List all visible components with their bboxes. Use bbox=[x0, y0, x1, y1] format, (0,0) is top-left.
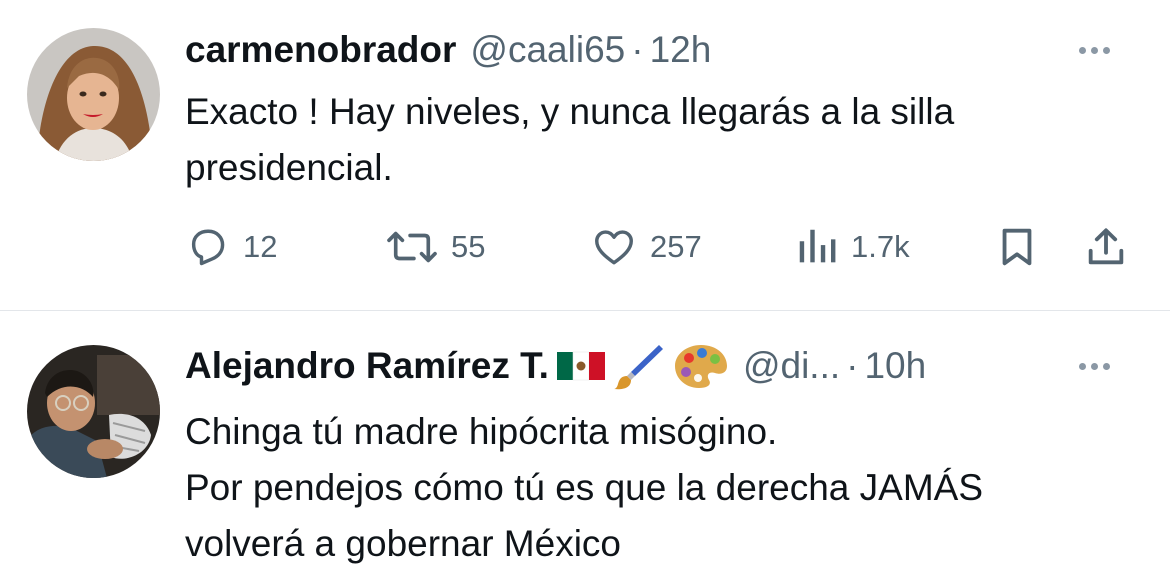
heart-icon bbox=[595, 230, 633, 265]
tweet-header: Alejandro Ramírez T. @di... · 10h bbox=[185, 342, 1140, 390]
tweet-text-line: Chinga tú madre hipócrita misógino. bbox=[185, 411, 778, 452]
retweet-icon bbox=[387, 231, 437, 263]
tweet[interactable]: Alejandro Ramírez T. @di... · 10h Chinga… bbox=[0, 311, 1170, 585]
retweet-button[interactable]: 55 bbox=[385, 222, 485, 272]
paintbrush-icon bbox=[613, 342, 665, 390]
bookmark-button[interactable] bbox=[995, 222, 1039, 272]
timestamp[interactable]: 10h bbox=[864, 345, 926, 387]
tweet-text-line: volverá a gobernar México bbox=[185, 523, 621, 564]
reply-button[interactable]: 12 bbox=[185, 222, 277, 272]
artist-palette-icon bbox=[673, 342, 729, 390]
more-horizontal-icon[interactable] bbox=[1079, 26, 1110, 74]
share-icon bbox=[1088, 228, 1124, 265]
action-bar: 12 55 257 1.7k bbox=[185, 222, 1140, 272]
share-button[interactable] bbox=[1083, 222, 1129, 272]
separator: · bbox=[846, 345, 859, 386]
tweet-text: Exacto ! Hay niveles, y nunca llegarás a… bbox=[185, 84, 1140, 196]
retweet-count: 55 bbox=[451, 229, 486, 264]
reply-count: 12 bbox=[243, 229, 278, 264]
bookmark-icon bbox=[1002, 228, 1032, 266]
avatar-image bbox=[27, 28, 160, 161]
user-handle[interactable]: @caali65 bbox=[470, 29, 625, 71]
display-name[interactable]: Alejandro Ramírez T. bbox=[185, 345, 549, 387]
tweet-text-line: Exacto ! Hay niveles, y nunca llegarás a… bbox=[185, 91, 955, 132]
avatar[interactable] bbox=[27, 28, 160, 161]
tweet-text: Chinga tú madre hipócrita misógino. Por … bbox=[185, 404, 1140, 572]
tweet-header: carmenobrador @caali65 · 12h bbox=[185, 26, 1140, 74]
tweet-text-line: Por pendejos cómo tú es que la derecha J… bbox=[185, 467, 984, 508]
avatar-image bbox=[27, 345, 160, 478]
like-button[interactable]: 257 bbox=[590, 222, 702, 272]
user-handle[interactable]: @di... bbox=[743, 345, 840, 387]
avatar[interactable] bbox=[27, 345, 160, 478]
flag-mexico-icon bbox=[556, 350, 605, 382]
views-count: 1.7k bbox=[851, 229, 910, 264]
more-horizontal-icon[interactable] bbox=[1079, 342, 1110, 390]
reply-icon bbox=[191, 229, 225, 266]
display-name[interactable]: carmenobrador bbox=[185, 29, 456, 71]
like-count: 257 bbox=[650, 229, 702, 264]
separator: · bbox=[631, 29, 644, 70]
views-button[interactable]: 1.7k bbox=[795, 222, 910, 272]
tweet[interactable]: carmenobrador @caali65 · 12h Exacto ! Ha… bbox=[0, 0, 1170, 311]
views-icon bbox=[799, 229, 836, 263]
timestamp[interactable]: 12h bbox=[650, 29, 712, 71]
tweet-text-line: presidencial. bbox=[185, 147, 393, 188]
